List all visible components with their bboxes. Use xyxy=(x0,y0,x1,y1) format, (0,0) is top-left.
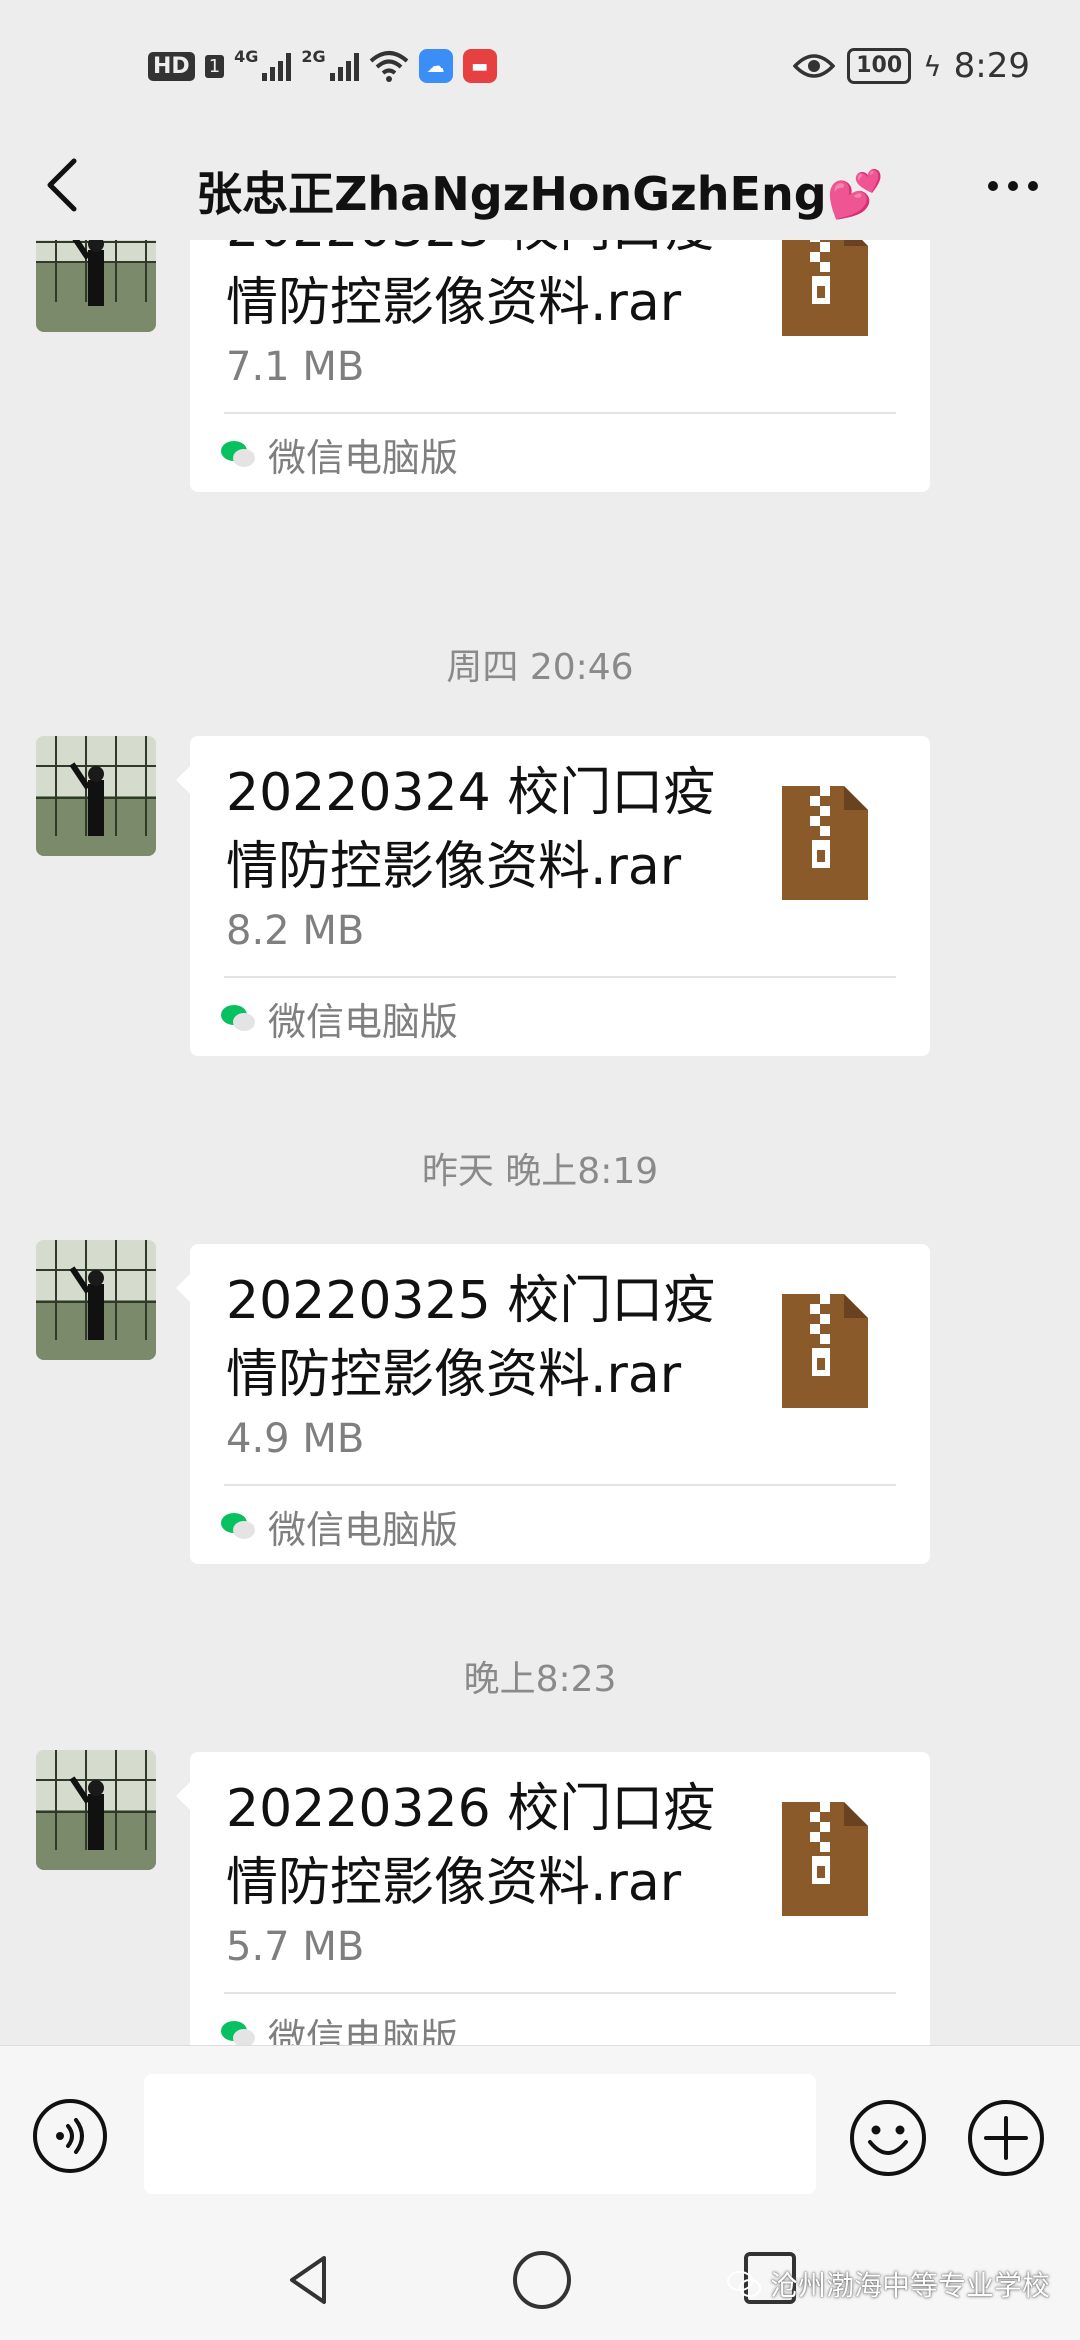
divider xyxy=(224,412,896,414)
status-icons-left: HD 1 4G 2G ☁ ▬ xyxy=(148,44,497,88)
emoji-icon[interactable] xyxy=(848,2098,928,2178)
charging-icon: ϟ xyxy=(923,49,942,83)
nav-home-icon[interactable] xyxy=(510,2248,574,2312)
file-message[interactable]: 20220323 校门口疫情防控影像资料.rar 7.1 MB 微信电脑版 xyxy=(190,240,930,492)
file-name: 20220326 校门口疫情防控影像资料.rar xyxy=(226,1779,716,1913)
wechat-icon xyxy=(726,2271,761,2297)
battery-indicator: 100 xyxy=(847,48,912,84)
avatar[interactable] xyxy=(36,240,156,332)
cloud-app-icon: ☁ xyxy=(418,49,453,83)
divider xyxy=(224,976,896,978)
message-source: 微信电脑版 xyxy=(220,426,458,482)
wechat-icon xyxy=(221,441,255,467)
source-label: 微信电脑版 xyxy=(268,435,459,480)
chat-title: 张忠正ZhaNgzHonGzhEng💕 xyxy=(196,167,884,221)
clock: 8:29 xyxy=(953,46,1030,86)
nav-back-icon[interactable] xyxy=(280,2250,340,2310)
avatar[interactable] xyxy=(36,1240,156,1360)
network-type-label: 4G xyxy=(234,46,259,66)
hd-indicator: HD xyxy=(148,51,195,81)
file-name: 20220324 校门口疫情防控影像资料.rar xyxy=(226,763,716,897)
message-source: 微信电脑版 xyxy=(220,2006,458,2045)
timestamp: 周四 20:46 xyxy=(446,647,634,688)
wechat-icon xyxy=(221,1513,255,1539)
file-message[interactable]: 20220326 校门口疫情防控影像资料.rar 5.7 MB 微信电脑版 xyxy=(176,1752,930,2045)
archive-file-icon xyxy=(782,240,868,336)
dot xyxy=(988,181,998,191)
status-bar: HD 1 4G 2G ☁ ▬ 100 ϟ 8:29 xyxy=(0,0,1080,130)
more-options-button[interactable] xyxy=(978,158,1048,214)
avatar[interactable] xyxy=(36,736,156,856)
system-nav-bar: 沧州渤海中等专业学校 xyxy=(0,2220,1080,2340)
dot xyxy=(1008,181,1018,191)
avatar[interactable] xyxy=(36,1750,156,1870)
wechat-icon xyxy=(221,2021,255,2045)
timestamp: 晚上8:23 xyxy=(463,1659,617,1700)
source-label: 微信电脑版 xyxy=(268,2015,459,2046)
message-source: 微信电脑版 xyxy=(220,990,458,1046)
file-name: 20220325 校门口疫情防控影像资料.rar xyxy=(226,1271,716,1405)
eye-icon xyxy=(793,54,836,78)
shopping-app-icon: ▬ xyxy=(462,49,497,83)
archive-file-icon xyxy=(782,1294,868,1408)
file-name: 20220323 校门口疫情防控影像资料.rar xyxy=(226,240,715,333)
archive-file-icon xyxy=(782,786,868,900)
file-size: 4.9 MB xyxy=(226,1416,365,1462)
input-bar xyxy=(0,2045,1080,2221)
file-message[interactable]: 20220324 校门口疫情防控影像资料.rar 8.2 MB 微信电脑版 xyxy=(176,736,930,1056)
file-size: 5.7 MB xyxy=(226,1924,365,1970)
signal-icon xyxy=(262,51,292,81)
wifi-icon xyxy=(369,51,408,82)
message-list[interactable]: 20220323 校门口疫情防控影像资料.rar 7.1 MB 微信电脑版 周四… xyxy=(0,240,1080,2045)
source-label: 微信电脑版 xyxy=(268,999,459,1044)
plus-icon[interactable] xyxy=(966,2098,1046,2178)
divider xyxy=(224,1992,896,1994)
status-icons-right: 100 ϟ 8:29 xyxy=(793,44,1030,88)
divider xyxy=(224,1484,896,1486)
signal-icon xyxy=(329,51,359,81)
dot xyxy=(1028,181,1038,191)
voice-input-icon[interactable] xyxy=(32,2098,108,2174)
message-source: 微信电脑版 xyxy=(220,1498,458,1554)
wechat-icon xyxy=(221,1005,255,1031)
network-type-label: 2G xyxy=(301,46,326,66)
file-message[interactable]: 20220325 校门口疫情防控影像资料.rar 4.9 MB 微信电脑版 xyxy=(176,1244,930,1564)
watermark-text: 沧州渤海中等专业学校 xyxy=(769,2269,1050,2302)
file-size: 7.1 MB xyxy=(226,344,365,390)
file-size: 8.2 MB xyxy=(226,908,365,954)
chat-header: 张忠正ZhaNgzHonGzhEng💕 xyxy=(0,130,1080,240)
sim-indicator: 1 xyxy=(204,54,225,78)
watermark: 沧州渤海中等专业学校 xyxy=(726,2264,1050,2304)
archive-file-icon xyxy=(782,1802,868,1916)
message-input[interactable] xyxy=(144,2074,816,2194)
timestamp: 昨天 晚上8:19 xyxy=(421,1151,659,1192)
source-label: 微信电脑版 xyxy=(268,1507,459,1552)
